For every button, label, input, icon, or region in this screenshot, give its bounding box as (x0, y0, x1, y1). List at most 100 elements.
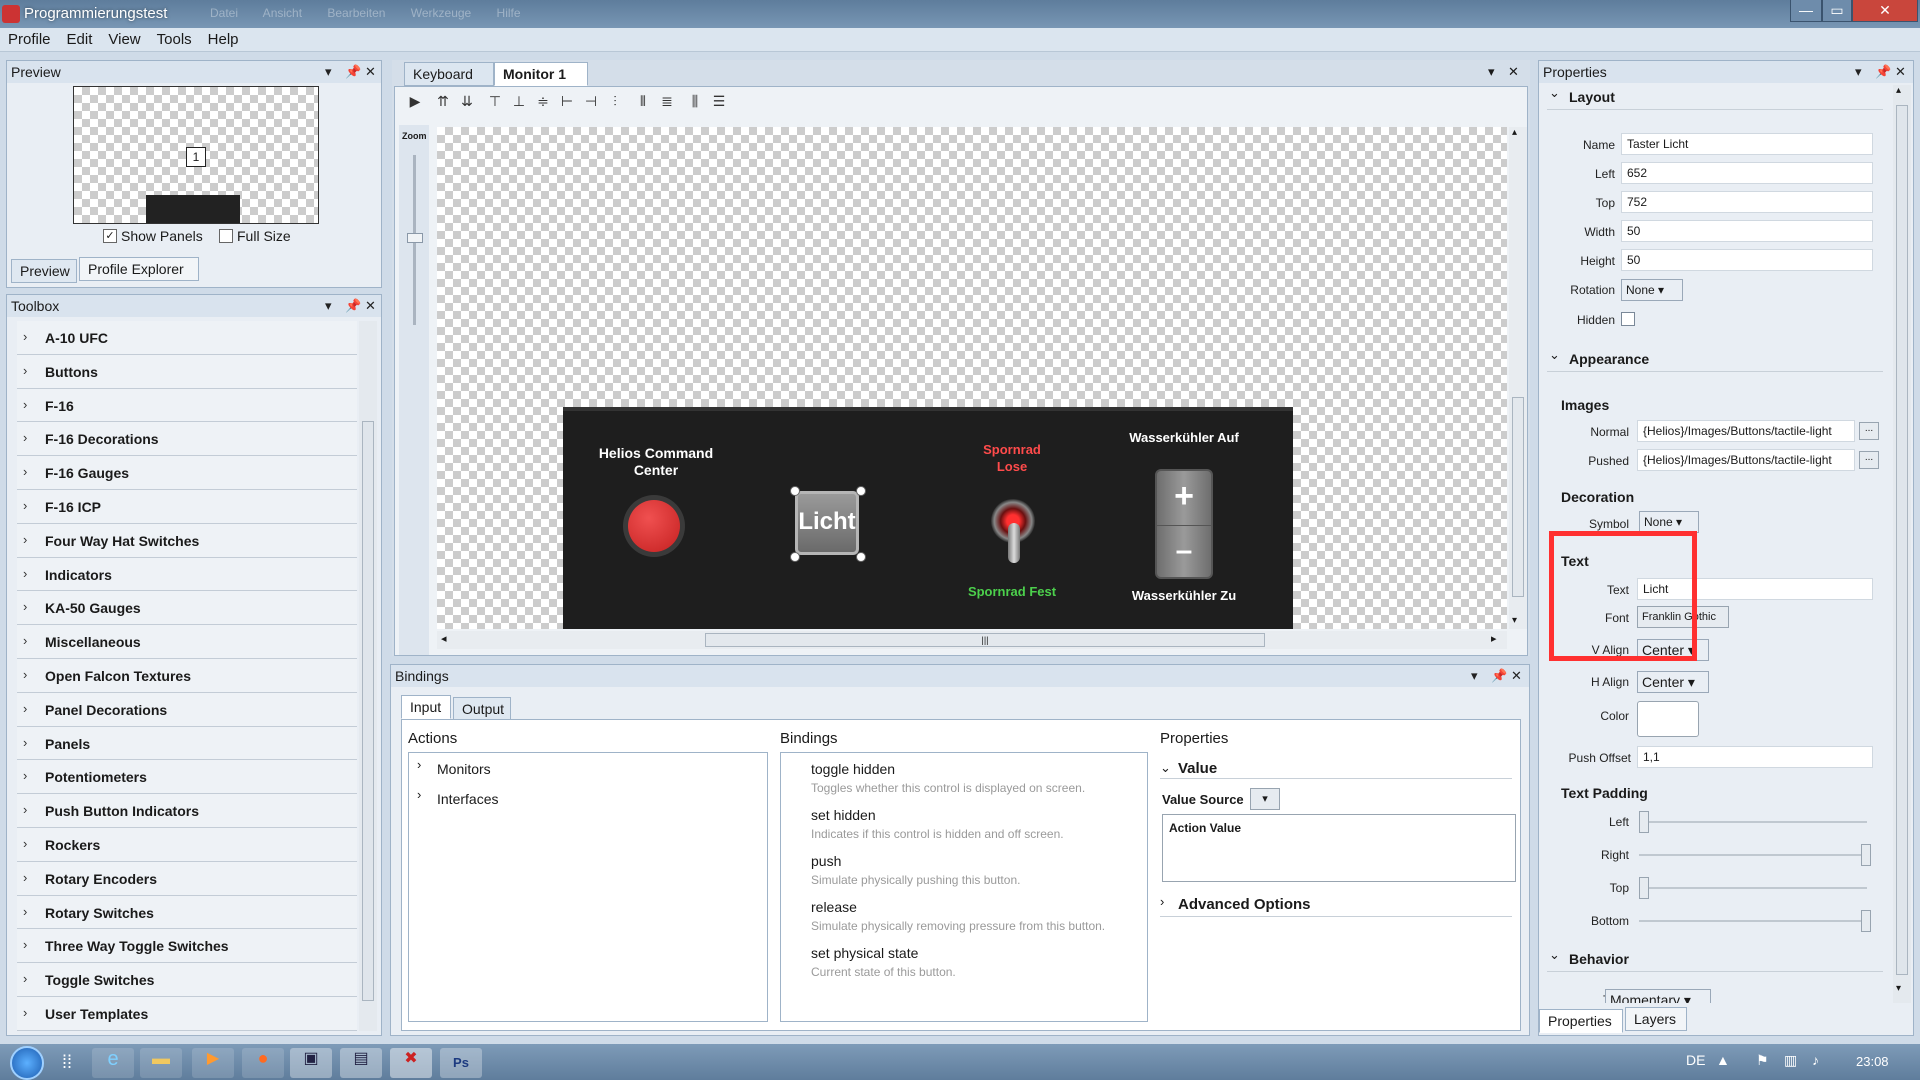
binding-name[interactable]: set hidden (811, 807, 876, 823)
flag-icon[interactable]: ⚑ (1756, 1052, 1769, 1069)
scrollbar-thumb[interactable]: ||| (705, 633, 1265, 647)
toolbox-item[interactable]: › A-10 UFC (17, 321, 357, 355)
tree-item-monitors[interactable]: Monitors (437, 761, 491, 777)
firefox-icon[interactable]: ● (242, 1048, 284, 1078)
type-dropdown[interactable]: Momentary ▾ (1605, 989, 1711, 1003)
binding-name[interactable]: push (811, 853, 841, 869)
red-push-button[interactable] (628, 500, 680, 552)
toolbox-item[interactable]: › KA-50 Gauges (17, 591, 357, 626)
preview-canvas[interactable]: 1 (73, 86, 319, 224)
tree-item-interfaces[interactable]: Interfaces (437, 791, 498, 807)
app-window-icon[interactable]: ▣ (290, 1048, 332, 1078)
dropdown-icon[interactable]: ▾ (325, 64, 332, 80)
toolbox-item[interactable]: › F-16 Gauges (17, 456, 357, 490)
toolbox-item[interactable]: › Potentiometers (17, 760, 357, 795)
rocker-minus[interactable]: – (1157, 525, 1211, 577)
start-button[interactable] (10, 1046, 44, 1080)
layout-section-header[interactable]: Layout (1569, 89, 1615, 105)
height-field[interactable]: 50 (1621, 249, 1873, 271)
pin-icon[interactable]: 📌 (1875, 64, 1891, 80)
binding-name[interactable]: set physical state (811, 945, 918, 961)
zoom-slider-thumb[interactable] (407, 233, 423, 243)
monitor-canvas[interactable]: Helios Command Center Licht Spornrad Los… (437, 127, 1507, 629)
color-swatch[interactable] (1637, 701, 1699, 737)
photoshop-icon[interactable]: Ps (440, 1048, 482, 1078)
dropdown-icon[interactable]: ▾ (1855, 64, 1862, 80)
chevron-right-icon[interactable]: › (417, 757, 421, 772)
toolbox-item[interactable]: › F-16 Decorations (17, 422, 357, 457)
close-icon[interactable]: ✕ (1508, 64, 1519, 80)
browse-normal-button[interactable]: ... (1859, 422, 1879, 440)
chevron-right-icon[interactable]: › (1160, 894, 1164, 909)
toolbox-item[interactable]: › F-16 (17, 389, 357, 423)
menu-help[interactable]: Help (200, 28, 247, 48)
align-top-icon[interactable]: ⊤ (485, 93, 505, 113)
toolbox-item[interactable]: › Toggle Switches (17, 963, 357, 997)
browse-pushed-button[interactable]: ... (1859, 451, 1879, 469)
editor-window-icon[interactable]: ▤ (340, 1048, 382, 1078)
full-size-checkbox[interactable] (219, 229, 233, 243)
close-window-button[interactable]: ✕ (1852, 0, 1918, 22)
close-icon[interactable]: ✕ (365, 298, 376, 314)
canvas-vscrollbar[interactable]: ▴ ▾ (1509, 127, 1527, 629)
align-right-icon[interactable]: ⊣ (581, 93, 601, 113)
pushed-image-field[interactable]: {Helios}/Images/Buttons/tactile-light (1637, 449, 1855, 471)
appearance-section-header[interactable]: Appearance (1569, 351, 1649, 367)
licht-button[interactable]: Licht (795, 491, 859, 555)
maximize-button[interactable]: ▭ (1822, 0, 1852, 22)
dropdown-icon[interactable]: ▾ (325, 298, 332, 314)
chevron-right-icon[interactable]: › (417, 787, 421, 802)
toolbox-item[interactable]: › Buttons (17, 355, 357, 389)
space-horizontal-icon[interactable]: ⫼ (685, 93, 705, 113)
top-field[interactable]: 752 (1621, 191, 1873, 213)
chevron-down-icon[interactable]: ⌄ (1549, 947, 1560, 963)
binding-name[interactable]: toggle hidden (811, 761, 895, 777)
network-icon[interactable]: ▥ (1784, 1052, 1797, 1069)
action-value-box[interactable]: Action Value (1162, 814, 1516, 882)
bring-forward-icon[interactable]: ⇈ (433, 93, 453, 113)
toolbox-item[interactable]: › User Templates (17, 997, 357, 1031)
toolbox-item[interactable]: › Miscellaneous (17, 625, 357, 659)
behavior-section-header[interactable]: Behavior (1569, 951, 1629, 967)
resize-handle[interactable] (856, 486, 866, 496)
scroll-left-icon[interactable]: ◂ (441, 632, 447, 645)
scroll-down-icon[interactable]: ▾ (1896, 983, 1901, 994)
toolbox-item[interactable]: › Indicators (17, 558, 357, 592)
close-icon[interactable]: ✕ (1511, 668, 1522, 684)
left-field[interactable]: 652 (1621, 162, 1873, 184)
toolbox-item[interactable]: › Panel Decorations (17, 693, 357, 727)
toolbox-item[interactable]: › F-16 ICP (17, 490, 357, 524)
toggle-lever[interactable] (1008, 523, 1020, 563)
normal-image-field[interactable]: {Helios}/Images/Buttons/tactile-light (1637, 420, 1855, 442)
pad-left-slider[interactable] (1639, 811, 1649, 833)
scrollbar-thumb[interactable] (1896, 105, 1908, 975)
tray-arrow-icon[interactable]: ▲ (1716, 1052, 1730, 1068)
browser-icon[interactable]: e (92, 1048, 134, 1078)
space-vertical-icon[interactable]: ☰ (709, 93, 729, 113)
properties-scrollbar[interactable]: ▴ ▾ (1893, 85, 1911, 1003)
menu-edit[interactable]: Edit (59, 28, 101, 48)
resize-handle[interactable] (790, 486, 800, 496)
tab-profile-explorer[interactable]: Profile Explorer (79, 257, 199, 281)
push-offset-field[interactable]: 1,1 (1637, 746, 1873, 768)
toolbox-item[interactable]: › Push Button Indicators (17, 794, 357, 828)
dropdown-icon[interactable]: ▾ (1488, 64, 1495, 80)
pad-top-track[interactable] (1639, 887, 1867, 889)
align-bottom-icon[interactable]: ⊥ (509, 93, 529, 113)
tab-layers[interactable]: Layers (1625, 1007, 1687, 1031)
media-player-icon[interactable]: ▶ (192, 1048, 234, 1078)
scroll-right-icon[interactable]: ▸ (1491, 632, 1497, 645)
tab-properties[interactable]: Properties (1539, 1009, 1623, 1033)
align-middle-icon[interactable]: ⫶ (605, 93, 625, 113)
language-indicator[interactable]: DE (1686, 1052, 1705, 1068)
rotation-dropdown[interactable]: None ▾ (1621, 279, 1683, 301)
scroll-down-icon[interactable]: ▾ (1512, 615, 1517, 626)
close-icon[interactable]: ✕ (1895, 64, 1906, 80)
tab-input[interactable]: Input (401, 695, 451, 719)
canvas-hscrollbar[interactable]: ◂ ||| ▸ (437, 631, 1507, 649)
volume-icon[interactable]: ♪ (1812, 1052, 1819, 1068)
tab-output[interactable]: Output (453, 697, 511, 721)
name-field[interactable]: Taster Licht (1621, 133, 1873, 155)
resize-handle[interactable] (856, 552, 866, 562)
close-icon[interactable]: ✕ (365, 64, 376, 80)
